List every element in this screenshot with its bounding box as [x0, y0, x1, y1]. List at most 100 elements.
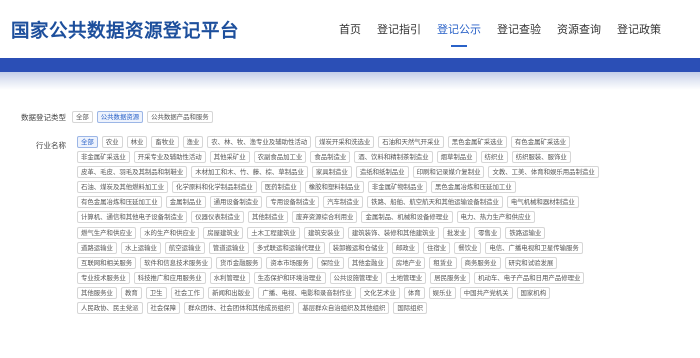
industry-tag[interactable]: 电气机械和器材制造业 [506, 196, 579, 209]
industry-tag[interactable]: 邮政业 [391, 241, 420, 254]
industry-tag[interactable]: 国家机构 [516, 286, 551, 299]
industry-tag[interactable]: 黑色金属矿采选业 [447, 136, 507, 148]
industry-tag[interactable]: 汽车制造业 [323, 196, 364, 209]
industry-tag[interactable]: 通用设备制造业 [209, 196, 263, 209]
industry-tag[interactable]: 机动车、电子产品和日用产品修理业 [474, 271, 585, 284]
industry-tag[interactable]: 批发业 [442, 226, 471, 239]
industry-tag[interactable]: 水利管理业 [209, 271, 250, 284]
industry-tag[interactable]: 水上运输业 [120, 241, 161, 254]
industry-tag[interactable]: 烟草制品业 [436, 151, 477, 164]
registration-type-tag[interactable]: 公共数据资源 [96, 111, 144, 123]
industry-tag[interactable]: 社会保障 [146, 302, 181, 315]
industry-tag[interactable]: 食品制造业 [310, 151, 351, 164]
industry-tag[interactable]: 研究和试验发展 [504, 256, 558, 269]
industry-tag[interactable]: 群众团体、社会团体和其他成员组织 [184, 302, 295, 315]
nav-item[interactable]: 登记查验 [497, 21, 541, 37]
industry-tag[interactable]: 家具制造业 [311, 166, 352, 179]
industry-tag[interactable]: 娱乐业 [428, 286, 456, 299]
industry-tag[interactable]: 废弃资源综合利用业 [291, 211, 358, 224]
industry-tag[interactable]: 非金属矿采选业 [77, 151, 130, 164]
industry-tag[interactable]: 医药制造业 [260, 181, 301, 194]
industry-tag[interactable]: 互联网和相关服务 [77, 256, 137, 269]
industry-tag[interactable]: 土木工程建筑业 [247, 226, 300, 239]
industry-tag[interactable]: 专用设备制造业 [266, 196, 320, 209]
industry-tag[interactable]: 体育 [403, 286, 425, 299]
industry-tag[interactable]: 金属制品业 [165, 196, 206, 209]
industry-tag[interactable]: 多式联运和运输代理业 [252, 241, 325, 254]
industry-tag[interactable]: 房屋建筑业 [203, 226, 244, 239]
registration-type-tag[interactable]: 全部 [72, 111, 93, 123]
industry-tag[interactable]: 租赁业 [429, 256, 457, 269]
industry-tag[interactable]: 石油、煤炭及其他燃料加工业 [77, 181, 169, 194]
industry-tag[interactable]: 零售业 [474, 226, 502, 239]
industry-tag[interactable]: 纺织服装、服饰业 [511, 151, 571, 164]
industry-tag[interactable]: 印刷和记录媒介复制业 [412, 166, 485, 179]
industry-tag[interactable]: 林业 [126, 136, 148, 148]
industry-tag[interactable]: 管道运输业 [208, 241, 249, 254]
industry-tag[interactable]: 其他采矿业 [209, 151, 250, 164]
industry-tag[interactable]: 开采专业及辅助性活动 [133, 151, 206, 164]
industry-tag[interactable]: 煤炭开采和洗选业 [315, 136, 375, 148]
industry-tag[interactable]: 生态保护和环境治理业 [253, 271, 326, 284]
industry-tag[interactable]: 其他服务业 [77, 286, 117, 299]
nav-item[interactable]: 登记公示 [437, 21, 481, 47]
industry-tag[interactable]: 畜牧业 [151, 136, 179, 148]
industry-tag[interactable]: 纺织业 [480, 151, 508, 164]
industry-tag[interactable]: 非金属矿物制品业 [367, 181, 427, 194]
industry-tag[interactable]: 燃气生产和供应业 [77, 226, 137, 239]
industry-tag[interactable]: 装卸搬运和仓储业 [328, 241, 388, 254]
industry-tag[interactable]: 皮革、毛皮、羽毛及其制品和制鞋业 [77, 166, 188, 179]
industry-tag[interactable]: 农副食品加工业 [253, 151, 307, 164]
industry-tag[interactable]: 社会工作 [170, 286, 205, 299]
industry-tag[interactable]: 建筑装饰、装修和其他建筑业 [347, 226, 439, 239]
industry-tag[interactable]: 水的生产和供应业 [140, 226, 200, 239]
industry-tag[interactable]: 计算机、通信和其他电子设备制造业 [77, 211, 188, 224]
nav-item[interactable]: 登记政策 [617, 21, 661, 37]
industry-tag[interactable]: 金属制品、机械和设备修理业 [361, 211, 453, 224]
industry-tag[interactable]: 化学原料和化学制品制造业 [172, 181, 257, 194]
nav-item[interactable]: 首页 [339, 21, 361, 37]
industry-tag[interactable]: 中国共产党机关 [459, 286, 513, 299]
industry-tag[interactable]: 资本市场服务 [266, 256, 313, 269]
registration-type-tag[interactable]: 公共数据产品和服务 [147, 111, 213, 123]
industry-tag[interactable]: 木材加工和木、竹、藤、棕、草制品业 [191, 166, 308, 179]
industry-tag[interactable]: 全部 [77, 136, 98, 148]
industry-tag[interactable]: 有色金属冶炼和压延加工业 [77, 196, 162, 209]
industry-tag[interactable]: 农业 [101, 136, 123, 148]
industry-tag[interactable]: 农、林、牧、渔专业及辅助性活动 [207, 136, 312, 148]
industry-tag[interactable]: 文化艺术业 [359, 286, 400, 299]
industry-tag[interactable]: 航空运输业 [164, 241, 205, 254]
industry-tag[interactable]: 造纸和纸制品业 [355, 166, 409, 179]
industry-tag[interactable]: 餐饮业 [454, 241, 482, 254]
nav-item[interactable]: 资源查询 [557, 21, 601, 37]
industry-tag[interactable]: 铁路、船舶、航空航天和其他运输设备制造业 [367, 196, 503, 209]
industry-tag[interactable]: 住宿业 [423, 241, 451, 254]
industry-tag[interactable]: 新闻和出版业 [208, 286, 255, 299]
industry-tag[interactable]: 电力、热力生产和供应业 [456, 211, 535, 224]
industry-tag[interactable]: 其他金融业 [347, 256, 388, 269]
industry-tag[interactable]: 基层群众自治组织及其他组织 [298, 302, 390, 315]
industry-tag[interactable]: 酒、饮料和精制茶制造业 [354, 151, 433, 164]
site-title[interactable]: 国家公共数据资源登记平台 [11, 17, 239, 43]
industry-tag[interactable]: 保险业 [316, 256, 344, 269]
industry-tag[interactable]: 橡胶和塑料制品业 [304, 181, 364, 194]
industry-tag[interactable]: 有色金属矿采选业 [510, 136, 571, 148]
industry-tag[interactable]: 商务服务业 [460, 256, 501, 269]
industry-tag[interactable]: 建筑安装业 [303, 226, 344, 239]
industry-tag[interactable]: 教育 [120, 286, 142, 299]
industry-tag[interactable]: 电信、广播电视和卫星传输服务 [485, 241, 583, 254]
industry-tag[interactable]: 房地产业 [391, 256, 426, 269]
industry-tag[interactable]: 软件和信息技术服务业 [140, 256, 213, 269]
industry-tag[interactable]: 广播、电视、电影和录音制作业 [258, 286, 356, 299]
industry-tag[interactable]: 道路运输业 [77, 241, 117, 254]
industry-tag[interactable]: 科技推广和应用服务业 [133, 271, 206, 284]
industry-tag[interactable]: 渔业 [182, 136, 204, 148]
industry-tag[interactable]: 土地管理业 [386, 271, 427, 284]
industry-tag[interactable]: 铁路运输业 [505, 226, 546, 239]
industry-tag[interactable]: 石油和天然气开采业 [378, 136, 444, 148]
industry-tag[interactable]: 居民服务业 [430, 271, 471, 284]
industry-tag[interactable]: 国际组织 [393, 302, 427, 315]
industry-tag[interactable]: 人民政协、民主党派 [77, 302, 143, 315]
industry-tag[interactable]: 文教、工美、体育和娱乐用品制造业 [488, 166, 599, 179]
industry-tag[interactable]: 黑色金属冶炼和压延加工业 [430, 181, 516, 194]
